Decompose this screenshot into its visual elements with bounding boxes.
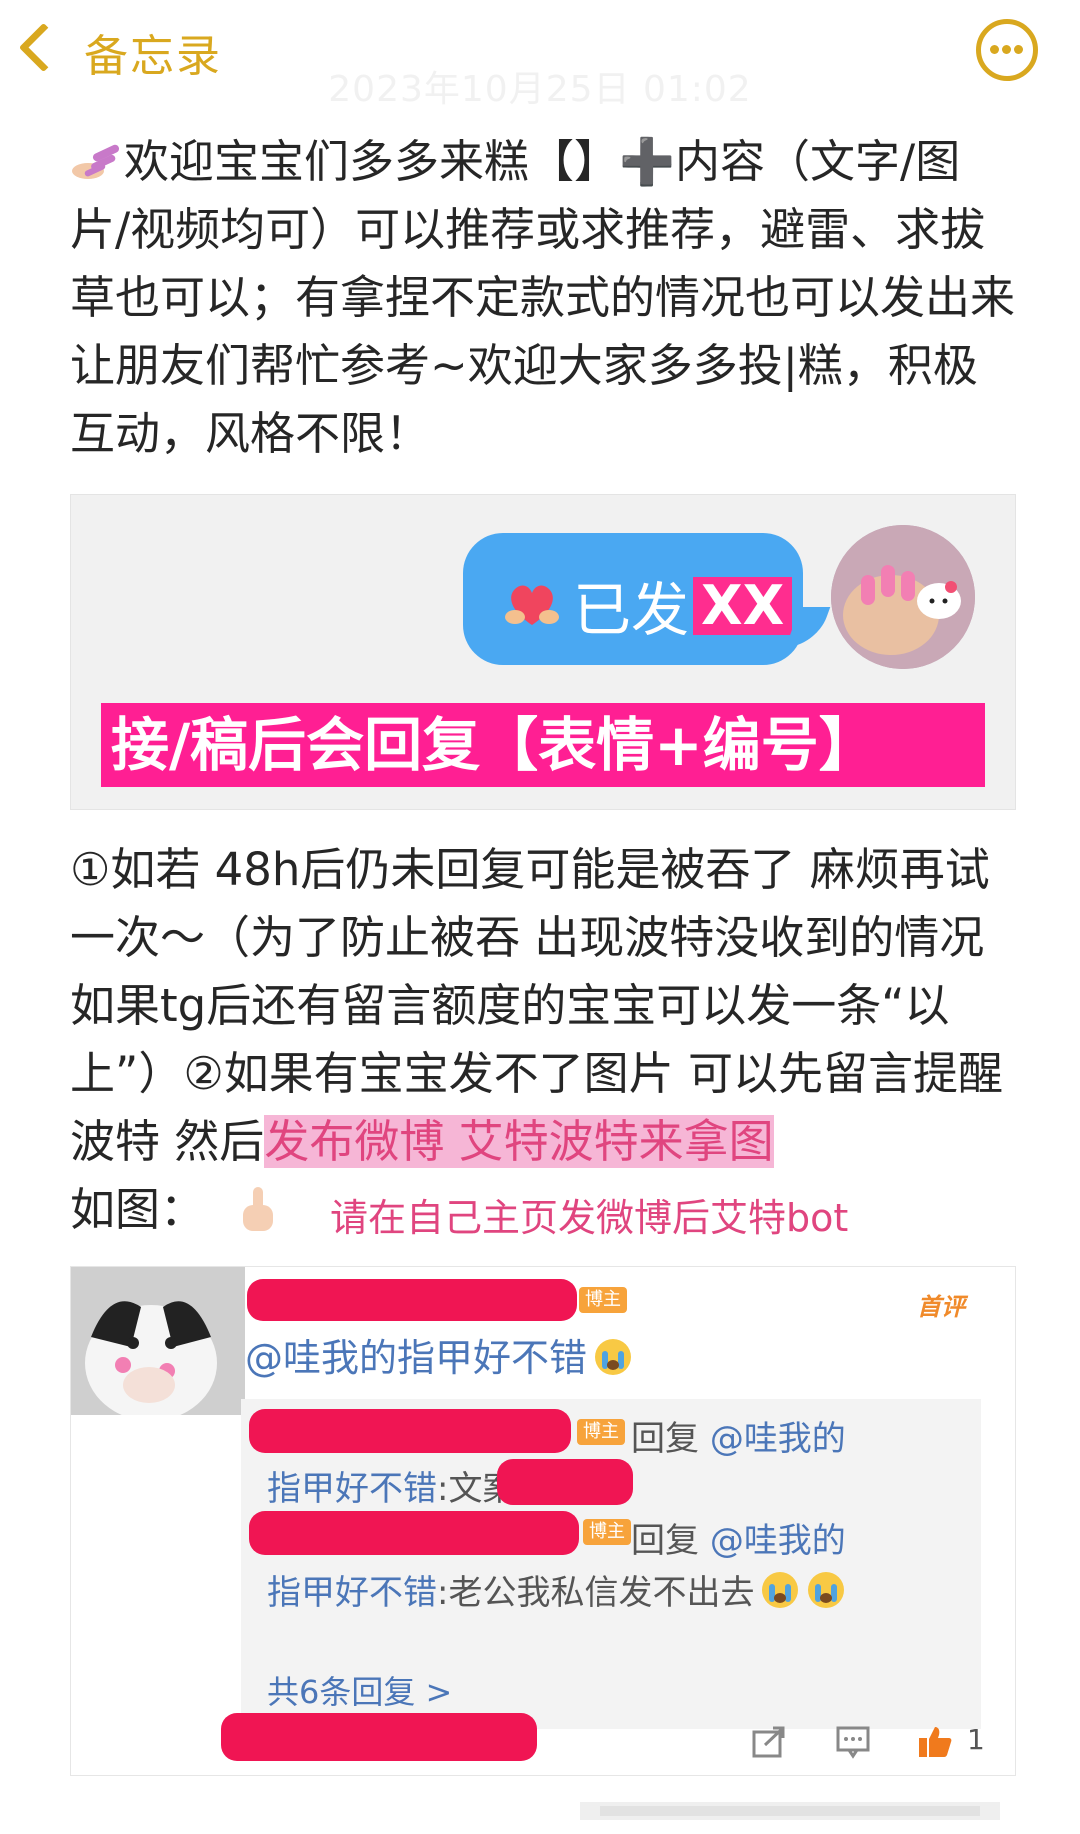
- comment-text: @哇我的指甲好不错: [245, 1327, 633, 1382]
- notes-paragraph: ①如若 48h后仍未回复可能是被吞了 麻烦再试一次～（为了防止被吞 出现波特没收…: [70, 836, 1015, 1244]
- redacted-username: [221, 1713, 537, 1761]
- more-replies-link[interactable]: 共6条回复 >: [267, 1667, 452, 1713]
- bubble-text: 已发: [573, 576, 690, 644]
- pink-note: 请在自己主页发微博后艾特bot: [330, 1196, 849, 1240]
- heart-hands-icon: [505, 585, 559, 625]
- bubble-highlight: XX: [693, 577, 793, 635]
- comment-icon[interactable]: [835, 1725, 871, 1759]
- plus-icon: ➕: [619, 135, 676, 188]
- watermark-strip: [580, 1802, 1000, 1820]
- redacted-username: [249, 1409, 571, 1453]
- cat-avatar: [71, 1267, 245, 1415]
- share-icon[interactable]: [751, 1725, 787, 1759]
- pointing-down-icon: [243, 1187, 274, 1231]
- top-bar: 备忘录 2023年10月25日 01:02: [0, 0, 1080, 110]
- example-image-reply[interactable]: 已发 XX 接/稿后会回复【表情+编号】: [70, 494, 1016, 810]
- crying-face-icon: [762, 1572, 799, 1608]
- note-date: 2023年10月25日 01:02: [328, 69, 752, 110]
- reply-format-banner: 接/稿后会回复【表情+编号】: [101, 703, 985, 787]
- reply-1-line-2: 指甲好不错:文案: [267, 1469, 517, 1509]
- blogger-badge: 博主: [583, 1519, 631, 1545]
- redacted-text: [497, 1459, 633, 1505]
- like-count: 1: [967, 1723, 985, 1756]
- nail-polish-icon: [72, 144, 120, 179]
- reply-2-line-1: 回复 @哇我的: [631, 1521, 846, 1561]
- redacted-username: [247, 1279, 577, 1321]
- banner-text: 接/稿后会回复【表情+编号】: [111, 711, 877, 779]
- like-icon[interactable]: [917, 1725, 953, 1759]
- reply-1-line-1: 回复 @哇我的: [631, 1419, 846, 1459]
- first-comment-tag: 首评: [917, 1293, 965, 1321]
- reply-list: 博主 回复 @哇我的 指甲好不错:文案 博主 回复 @哇我的 指甲好不错:老公我…: [241, 1399, 981, 1729]
- intro-text-1: 欢迎宝宝们多多来糕【】: [124, 135, 620, 188]
- blogger-badge: 博主: [579, 1287, 627, 1313]
- avatar: [831, 525, 975, 669]
- notes-highlight: 发布微博 艾特波特来拿图: [264, 1115, 774, 1168]
- crying-face-icon: [595, 1339, 632, 1375]
- example-image-comment[interactable]: 博主 首评 @哇我的指甲好不错 博主 回复 @哇我的 指甲好不错:文案 博主 回…: [70, 1266, 1016, 1776]
- redacted-username: [249, 1511, 579, 1555]
- notes-text-2: 如图：: [70, 1183, 206, 1236]
- chat-bubble: 已发 XX: [463, 533, 803, 665]
- blogger-badge: 博主: [577, 1419, 625, 1445]
- reply-2-line-2: 指甲好不错:老公我私信发不出去: [267, 1565, 846, 1614]
- intro-paragraph: 欢迎宝宝们多多来糕【】➕内容（文字/图片/视频均可）可以推荐或求推荐，避雷、求拔…: [70, 128, 1015, 468]
- crying-face-icon: [808, 1572, 845, 1608]
- comment-mention[interactable]: @哇我的指甲好不错: [245, 1336, 587, 1380]
